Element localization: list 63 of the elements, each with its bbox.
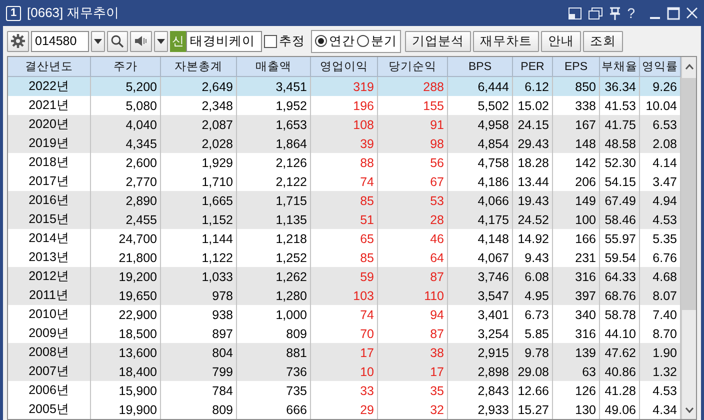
table-row[interactable]: 2016년 2,890 1,665 1,715 85 53 4,066 19.43 149 67.49 4.94 xyxy=(8,191,681,210)
table-cell: 2005년 xyxy=(8,400,91,419)
table-cell: 809 xyxy=(161,400,237,419)
window-title: [0663] 재무추이 xyxy=(27,4,120,22)
company-name-field[interactable]: 태경비케이 xyxy=(186,30,262,52)
help-icon[interactable]: ? xyxy=(627,5,635,21)
column-header[interactable]: 결산년도 xyxy=(8,57,91,77)
column-header[interactable]: 부채율 xyxy=(600,57,640,77)
search-icon xyxy=(111,34,124,48)
window-number-badge: 1 xyxy=(6,6,21,20)
market-badge: 신 xyxy=(170,30,186,52)
estimate-checkbox[interactable] xyxy=(264,34,277,48)
table-cell: 32 xyxy=(378,400,448,419)
scrollbar[interactable] xyxy=(681,57,696,419)
toolbar-button[interactable]: 재무차트 xyxy=(473,30,539,52)
column-header[interactable]: EPS xyxy=(553,57,600,77)
column-header[interactable]: PER xyxy=(513,57,553,77)
table-row[interactable]: 2015년 2,455 1,152 1,135 51 28 4,175 24.52 100 58.46 4.53 xyxy=(8,210,681,229)
scrollbar-thumb[interactable] xyxy=(682,78,696,310)
dropdown-caret-icon[interactable] xyxy=(94,38,102,44)
table-row[interactable]: 2022년 5,200 2,649 3,451 319 288 6,444 6.12 850 36.34 9.26 xyxy=(8,77,681,96)
column-header[interactable]: 영업이익 xyxy=(311,57,378,77)
column-header[interactable]: BPS xyxy=(448,57,513,77)
column-header[interactable]: 영익률 xyxy=(640,57,681,77)
period-label: 분기 xyxy=(371,32,397,50)
table-row[interactable]: 2008년 13,600 804 881 17 38 2,915 9.78 139 47.62 1.90 xyxy=(8,343,681,362)
table-row[interactable]: 2011년 19,650 978 1,280 103 110 3,547 4.95 397 68.76 8.07 xyxy=(8,286,681,305)
settings-button[interactable] xyxy=(7,30,29,52)
estimate-label: 추정 xyxy=(279,32,305,50)
table-cell: 29 xyxy=(311,400,378,419)
column-header[interactable]: 자본총계 xyxy=(161,57,237,77)
code-dropdown-button[interactable] xyxy=(91,30,105,52)
gear-icon xyxy=(11,34,25,48)
table-row[interactable]: 2019년 4,345 2,028 1,864 39 98 4,854 29.43 148 48.58 2.08 xyxy=(8,134,681,153)
stock-code-field[interactable]: 014580 xyxy=(31,30,89,52)
table-cell: 19,900 xyxy=(91,400,161,419)
toolbar-button[interactable]: 기업분석 xyxy=(405,30,471,52)
period-radio[interactable] xyxy=(315,35,327,47)
column-header[interactable]: 주가 xyxy=(91,57,161,77)
table-row[interactable]: 2020년 4,040 2,087 1,653 108 91 4,958 24.15 167 41.75 6.53 xyxy=(8,115,681,134)
maximize-icon[interactable] xyxy=(667,6,680,20)
column-header[interactable]: 매출액 xyxy=(237,57,311,77)
dropdown-caret-icon[interactable] xyxy=(157,38,165,44)
period-label: 연간 xyxy=(329,32,355,50)
period-radio[interactable] xyxy=(357,35,369,47)
windows-icon[interactable] xyxy=(588,6,604,20)
close-icon[interactable] xyxy=(686,7,698,19)
search-button[interactable] xyxy=(107,30,128,52)
table-cell: 15.27 xyxy=(513,400,553,419)
table-cell: 2,933 xyxy=(448,400,513,419)
table-row[interactable]: 2007년 18,400 799 736 10 17 2,898 29.08 63 40.86 1.32 xyxy=(8,362,681,381)
table-cell: 130 xyxy=(553,400,600,419)
window-layout-icon[interactable] xyxy=(568,6,582,20)
pin-icon[interactable] xyxy=(609,6,622,20)
speaker-icon xyxy=(134,35,148,47)
speaker-dropdown-button[interactable] xyxy=(154,30,168,52)
toolbar-button[interactable]: 안내 xyxy=(541,30,581,52)
column-header[interactable]: 당기순익 xyxy=(378,57,448,77)
table-cell: 49.06 xyxy=(600,400,640,419)
table-cell: 666 xyxy=(237,400,311,419)
speaker-button[interactable] xyxy=(130,30,152,52)
toolbar-button[interactable]: 조회 xyxy=(583,30,623,52)
table-row[interactable]: 2012년 19,200 1,033 1,262 59 87 3,746 6.08 316 64.33 4.68 xyxy=(8,267,681,286)
